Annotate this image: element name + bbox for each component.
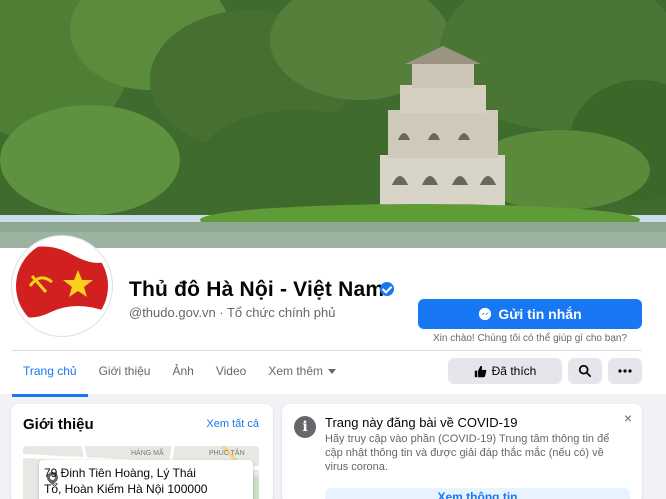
send-message-label: Gửi tin nhắn	[498, 306, 582, 322]
tab-label: Ảnh	[172, 364, 194, 378]
tab-label: Trang chủ	[23, 364, 77, 378]
covid-info-card: i Trang này đăng bài về COVID-19 Hãy tru…	[282, 404, 642, 499]
flag-avatar-image	[16, 240, 108, 332]
covid-body: Hãy truy cập vào phần (COVID-19) Trung t…	[325, 433, 610, 473]
close-icon[interactable]: ×	[624, 410, 632, 426]
intro-title: Giới thiệu	[23, 416, 94, 433]
map-label: HÀNG MÃ	[131, 450, 164, 457]
messenger-icon	[479, 307, 492, 321]
search-icon	[578, 364, 592, 378]
tab-about[interactable]: Giới thiệu	[88, 351, 162, 394]
tab-home[interactable]: Trang chủ	[12, 351, 88, 397]
cover-photo-image	[0, 0, 666, 248]
page-avatar[interactable]	[12, 236, 112, 336]
address-line-1: 79 Đinh Tiên Hoàng, Lý Thái	[44, 466, 196, 480]
covid-title: Trang này đăng bài về COVID-19	[325, 415, 518, 430]
thumbs-up-icon	[474, 365, 486, 377]
map-label: PHÚC TÂN	[209, 450, 245, 457]
tab-label: Video	[215, 364, 247, 378]
tab-label: Xem thêm	[268, 364, 324, 378]
page-tabs: Trang chủ Giới thiệu Ảnh Video Xem thêm	[12, 351, 347, 397]
cover-photo[interactable]	[0, 0, 666, 248]
message-hint: Xin chào! Chúng tôi có thể giúp gì cho b…	[432, 333, 628, 344]
send-message-button[interactable]: Gửi tin nhắn	[418, 299, 642, 329]
address-line-2: Tổ, Hoàn Kiếm Hà Nội 100000	[44, 482, 208, 496]
search-button[interactable]	[568, 358, 602, 384]
page-handle-category: @thudo.gov.vn · Tổ chức chính phủ	[129, 305, 336, 320]
tab-photos[interactable]: Ảnh	[161, 351, 204, 394]
see-all-link[interactable]: Xem tất cả	[206, 418, 259, 430]
tab-videos[interactable]: Video	[205, 351, 257, 394]
verified-badge-icon	[380, 282, 394, 296]
see-info-button[interactable]: Xem thông tin	[325, 488, 630, 499]
info-icon: i	[294, 416, 316, 438]
page-title: Thủ đô Hà Nội - Việt Nam	[129, 278, 385, 301]
tab-more[interactable]: Xem thêm	[257, 351, 347, 394]
more-icon	[618, 369, 632, 373]
caret-down-icon	[328, 369, 337, 375]
tab-label: Giới thiệu	[98, 364, 151, 378]
more-button[interactable]	[608, 358, 642, 384]
liked-label: Đã thích	[491, 364, 537, 378]
liked-button[interactable]: Đã thích	[448, 358, 562, 384]
